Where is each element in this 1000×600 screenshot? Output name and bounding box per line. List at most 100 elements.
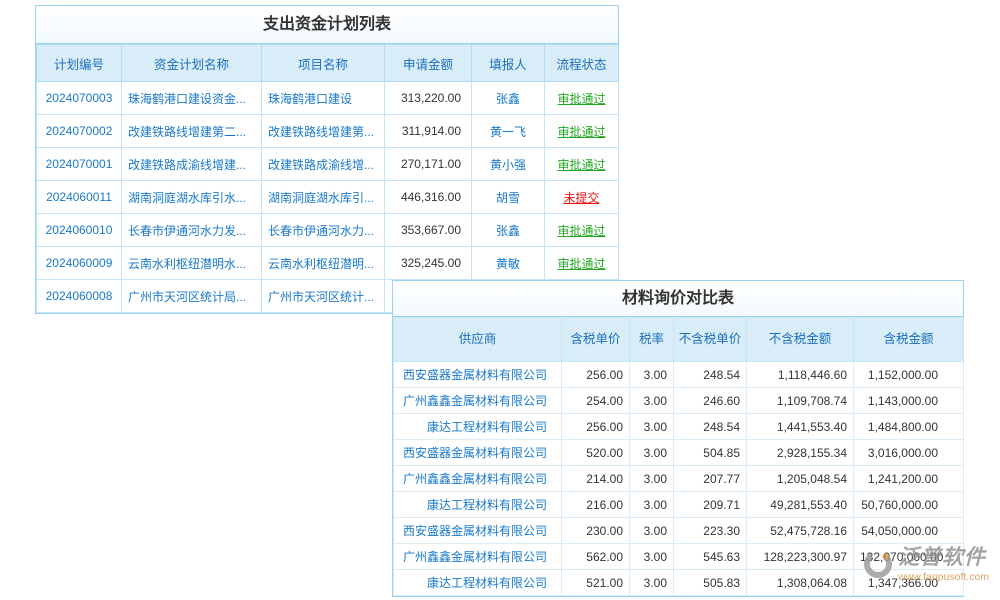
tax-rate-cell: 3.00 [630,440,674,466]
project-name-cell[interactable]: 珠海鹤港口建设 [262,82,385,115]
table-row: 康达工程材料有限公司256.003.00248.541,441,553.401,… [394,414,964,440]
net-price-cell: 545.63 [674,544,747,570]
supplier-cell[interactable]: 西安盛器金属材料有限公司 [394,440,562,466]
flow-status-cell: 审批通过 [545,115,619,148]
project-name-cell[interactable]: 湖南洞庭湖水库引... [262,181,385,214]
apply-amount-cell: 313,220.00 [385,82,472,115]
flow-status-cell: 审批通过 [545,214,619,247]
project-name-cell[interactable]: 长春市伊通河水力... [262,214,385,247]
table-row: 2024070002改建铁路线增建第二...改建铁路线增建第...311,914… [37,115,619,148]
material-table-header-row: 供应商 含税单价 税率 不含税单价 不含税金额 含税金额 [394,318,964,362]
net-amount-cell: 1,109,708.74 [747,388,854,414]
fund-panel-title: 支出资金计划列表 [36,6,618,44]
supplier-cell[interactable]: 西安盛器金属材料有限公司 [394,518,562,544]
plan-id-cell[interactable]: 2024060011 [37,181,122,214]
fund-plan-name-cell[interactable]: 湖南洞庭湖水库引水... [122,181,262,214]
status-link[interactable]: 审批通过 [557,123,605,140]
supplier-cell[interactable]: 西安盛器金属材料有限公司 [394,362,562,388]
tax-rate-cell: 3.00 [630,544,674,570]
apply-amount-cell: 446,316.00 [385,181,472,214]
reporter-cell[interactable]: 黄敏 [472,247,545,280]
reporter-cell[interactable]: 张鑫 [472,214,545,247]
table-row: 2024060010长春市伊通河水力发...长春市伊通河水力...353,667… [37,214,619,247]
col-header-reporter: 填报人 [472,45,545,82]
project-name-cell[interactable]: 云南水利枢纽潜明... [262,247,385,280]
net-price-cell: 246.60 [674,388,747,414]
col-header-project-name: 项目名称 [262,45,385,82]
net-amount-cell: 1,118,446.60 [747,362,854,388]
table-row: 西安盛器金属材料有限公司230.003.00223.3052,475,728.1… [394,518,964,544]
fund-plan-name-cell[interactable]: 云南水利枢纽潜明水... [122,247,262,280]
tax-rate-cell: 3.00 [630,388,674,414]
net-price-cell: 209.71 [674,492,747,518]
col-header-net-price: 不含税单价 [674,318,747,362]
tax-price-cell: 216.00 [562,492,630,518]
col-header-net-amount: 不含税金额 [747,318,854,362]
apply-amount-cell: 353,667.00 [385,214,472,247]
reporter-cell[interactable]: 黄小强 [472,148,545,181]
tax-price-cell: 230.00 [562,518,630,544]
status-link[interactable]: 未提交 [563,189,599,206]
status-link[interactable]: 审批通过 [557,222,605,239]
net-price-cell: 207.77 [674,466,747,492]
tax-rate-cell: 3.00 [630,414,674,440]
fund-plan-name-cell[interactable]: 珠海鹤港口建设资金... [122,82,262,115]
plan-id-cell[interactable]: 2024070001 [37,148,122,181]
net-amount-cell: 1,205,048.54 [747,466,854,492]
status-link[interactable]: 审批通过 [557,156,605,173]
net-amount-cell: 49,281,553.40 [747,492,854,518]
tax-rate-cell: 3.00 [630,570,674,596]
plan-id-cell[interactable]: 2024070003 [37,82,122,115]
supplier-cell[interactable]: 康达工程材料有限公司 [394,570,562,596]
project-name-cell[interactable]: 广州市天河区统计... [262,280,385,313]
fund-plan-name-cell[interactable]: 广州市天河区统计局... [122,280,262,313]
supplier-cell[interactable]: 广州鑫鑫金属材料有限公司 [394,466,562,492]
tax-price-cell: 521.00 [562,570,630,596]
table-row: 广州鑫鑫金属材料有限公司254.003.00246.601,109,708.74… [394,388,964,414]
flow-status-cell: 审批通过 [545,82,619,115]
reporter-cell[interactable]: 张鑫 [472,82,545,115]
plan-id-cell[interactable]: 2024060009 [37,247,122,280]
col-header-plan-id: 计划编号 [37,45,122,82]
net-amount-cell: 1,308,064.08 [747,570,854,596]
plan-id-cell[interactable]: 2024060008 [37,280,122,313]
status-link[interactable]: 审批通过 [557,90,605,107]
col-header-supplier: 供应商 [394,318,562,362]
tax-price-cell: 214.00 [562,466,630,492]
net-price-cell: 505.83 [674,570,747,596]
tax-amount-cell: 1,152,000.00 [854,362,964,388]
reporter-cell[interactable]: 黄一飞 [472,115,545,148]
fund-plan-name-cell[interactable]: 长春市伊通河水力发... [122,214,262,247]
net-amount-cell: 2,928,155.34 [747,440,854,466]
reporter-cell[interactable]: 胡雪 [472,181,545,214]
net-price-cell: 504.85 [674,440,747,466]
fund-plan-name-cell[interactable]: 改建铁路成渝线增建... [122,148,262,181]
expenditure-fund-plan-panel: 支出资金计划列表 计划编号 资金计划名称 项目名称 申请金额 填报人 流程状态 … [35,5,619,314]
project-name-cell[interactable]: 改建铁路成渝线增... [262,148,385,181]
material-inquiry-table: 供应商 含税单价 税率 不含税单价 不含税金额 含税金额 西安盛器金属材料有限公… [393,317,964,596]
tax-price-cell: 520.00 [562,440,630,466]
fund-table-header-row: 计划编号 资金计划名称 项目名称 申请金额 填报人 流程状态 [37,45,619,82]
supplier-cell[interactable]: 康达工程材料有限公司 [394,492,562,518]
table-row: 2024060011湖南洞庭湖水库引水...湖南洞庭湖水库引...446,316… [37,181,619,214]
tax-rate-cell: 3.00 [630,492,674,518]
supplier-cell[interactable]: 广州鑫鑫金属材料有限公司 [394,544,562,570]
supplier-cell[interactable]: 广州鑫鑫金属材料有限公司 [394,388,562,414]
project-name-cell[interactable]: 改建铁路线增建第... [262,115,385,148]
supplier-cell[interactable]: 康达工程材料有限公司 [394,414,562,440]
tax-price-cell: 254.00 [562,388,630,414]
net-amount-cell: 128,223,300.97 [747,544,854,570]
col-header-apply-amount: 申请金额 [385,45,472,82]
net-amount-cell: 52,475,728.16 [747,518,854,544]
plan-id-cell[interactable]: 2024070002 [37,115,122,148]
tax-amount-cell: 1,143,000.00 [854,388,964,414]
status-link[interactable]: 审批通过 [557,255,605,272]
fund-plan-name-cell[interactable]: 改建铁路线增建第二... [122,115,262,148]
tax-amount-cell: 132,070,000.00 [854,544,964,570]
tax-amount-cell: 50,760,000.00 [854,492,964,518]
tax-amount-cell: 1,241,200.00 [854,466,964,492]
table-row: 康达工程材料有限公司216.003.00209.7149,281,553.405… [394,492,964,518]
col-header-tax-price: 含税单价 [562,318,630,362]
tax-price-cell: 562.00 [562,544,630,570]
plan-id-cell[interactable]: 2024060010 [37,214,122,247]
